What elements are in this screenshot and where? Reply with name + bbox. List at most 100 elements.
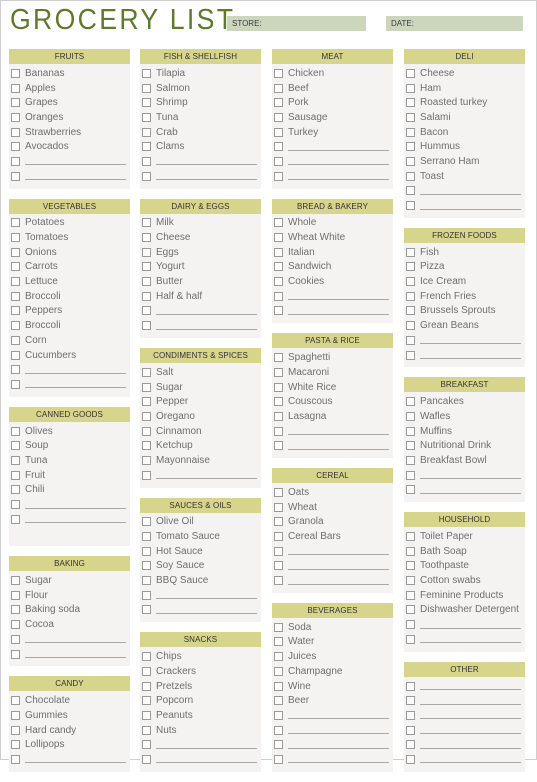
checkbox[interactable] xyxy=(142,590,151,600)
write-in-line[interactable] xyxy=(156,322,257,330)
checkbox[interactable] xyxy=(274,156,283,166)
checkbox[interactable] xyxy=(406,605,415,615)
checkbox[interactable] xyxy=(274,576,283,586)
checkbox[interactable] xyxy=(274,441,283,451)
write-in-line[interactable] xyxy=(420,471,521,480)
checkbox[interactable] xyxy=(142,532,151,542)
checkbox[interactable] xyxy=(406,397,415,407)
checkbox[interactable] xyxy=(142,277,151,287)
checkbox[interactable] xyxy=(11,710,20,720)
checkbox[interactable] xyxy=(406,262,415,272)
checkbox[interactable] xyxy=(406,335,415,345)
write-in-line[interactable] xyxy=(288,157,389,166)
checkbox[interactable] xyxy=(142,382,151,392)
checkbox[interactable] xyxy=(274,426,283,436)
write-in-line[interactable] xyxy=(288,172,389,181)
checkbox[interactable] xyxy=(274,68,283,78)
checkbox[interactable] xyxy=(406,740,415,750)
checkbox[interactable] xyxy=(142,725,151,735)
checkbox[interactable] xyxy=(142,561,151,571)
checkbox[interactable] xyxy=(11,98,20,108)
checkbox[interactable] xyxy=(11,485,20,495)
checkbox[interactable] xyxy=(274,622,283,632)
write-in-line[interactable] xyxy=(420,726,521,735)
checkbox[interactable] xyxy=(11,156,20,166)
checkbox[interactable] xyxy=(406,681,415,691)
checkbox[interactable] xyxy=(274,546,283,556)
checkbox[interactable] xyxy=(406,306,415,316)
checkbox[interactable] xyxy=(406,247,415,257)
checkbox[interactable] xyxy=(274,112,283,122)
checkbox[interactable] xyxy=(274,561,283,571)
checkbox[interactable] xyxy=(406,201,415,211)
checkbox[interactable] xyxy=(11,754,20,764)
write-in-line[interactable] xyxy=(288,562,389,570)
checkbox[interactable] xyxy=(274,487,283,497)
checkbox[interactable] xyxy=(406,321,415,331)
checkbox[interactable] xyxy=(406,83,415,93)
write-in-line[interactable] xyxy=(288,741,389,749)
write-in-line[interactable] xyxy=(288,292,389,301)
checkbox[interactable] xyxy=(274,725,283,735)
checkbox[interactable] xyxy=(406,186,415,196)
checkbox[interactable] xyxy=(11,112,20,122)
checkbox[interactable] xyxy=(11,379,20,389)
checkbox[interactable] xyxy=(11,277,20,287)
checkbox[interactable] xyxy=(406,171,415,181)
checkbox[interactable] xyxy=(406,485,415,495)
write-in-line[interactable] xyxy=(420,351,521,360)
checkbox[interactable] xyxy=(11,350,20,360)
checkbox[interactable] xyxy=(11,455,20,465)
checkbox[interactable] xyxy=(406,277,415,287)
checkbox[interactable] xyxy=(11,426,20,436)
checkbox[interactable] xyxy=(406,127,415,137)
checkbox[interactable] xyxy=(142,411,151,421)
checkbox[interactable] xyxy=(274,754,283,764)
checkbox[interactable] xyxy=(11,605,20,615)
checkbox[interactable] xyxy=(142,426,151,436)
checkbox[interactable] xyxy=(406,441,415,451)
checkbox[interactable] xyxy=(11,470,20,480)
checkbox[interactable] xyxy=(142,546,151,556)
write-in-line[interactable] xyxy=(288,307,389,315)
checkbox[interactable] xyxy=(274,127,283,137)
checkbox[interactable] xyxy=(142,291,151,301)
write-in-line[interactable] xyxy=(420,635,521,644)
checkbox[interactable] xyxy=(142,470,151,480)
checkbox[interactable] xyxy=(274,532,283,542)
checkbox[interactable] xyxy=(142,367,151,377)
date-field[interactable]: DATE: xyxy=(386,16,523,31)
checkbox[interactable] xyxy=(274,171,283,181)
checkbox[interactable] xyxy=(11,696,20,706)
checkbox[interactable] xyxy=(142,68,151,78)
write-in-line[interactable] xyxy=(420,682,521,691)
write-in-line[interactable] xyxy=(25,366,126,374)
checkbox[interactable] xyxy=(11,514,20,524)
checkbox[interactable] xyxy=(142,83,151,93)
checkbox[interactable] xyxy=(142,142,151,152)
checkbox[interactable] xyxy=(142,652,151,662)
checkbox[interactable] xyxy=(406,561,415,571)
checkbox[interactable] xyxy=(142,247,151,257)
write-in-line[interactable] xyxy=(420,621,521,629)
write-in-line[interactable] xyxy=(288,726,389,735)
write-in-line[interactable] xyxy=(156,172,257,181)
checkbox[interactable] xyxy=(406,68,415,78)
write-in-line[interactable] xyxy=(25,380,126,389)
write-in-line[interactable] xyxy=(420,336,521,345)
checkbox[interactable] xyxy=(274,710,283,720)
checkbox[interactable] xyxy=(11,321,20,331)
checkbox[interactable] xyxy=(11,262,20,272)
write-in-line[interactable] xyxy=(420,741,521,749)
checkbox[interactable] xyxy=(11,247,20,257)
checkbox[interactable] xyxy=(274,740,283,750)
checkbox[interactable] xyxy=(274,502,283,512)
checkbox[interactable] xyxy=(11,441,20,451)
write-in-line[interactable] xyxy=(288,547,389,556)
checkbox[interactable] xyxy=(142,696,151,706)
checkbox[interactable] xyxy=(406,725,415,735)
checkbox[interactable] xyxy=(142,306,151,316)
checkbox[interactable] xyxy=(142,98,151,108)
checkbox[interactable] xyxy=(11,233,20,243)
checkbox[interactable] xyxy=(11,365,20,375)
